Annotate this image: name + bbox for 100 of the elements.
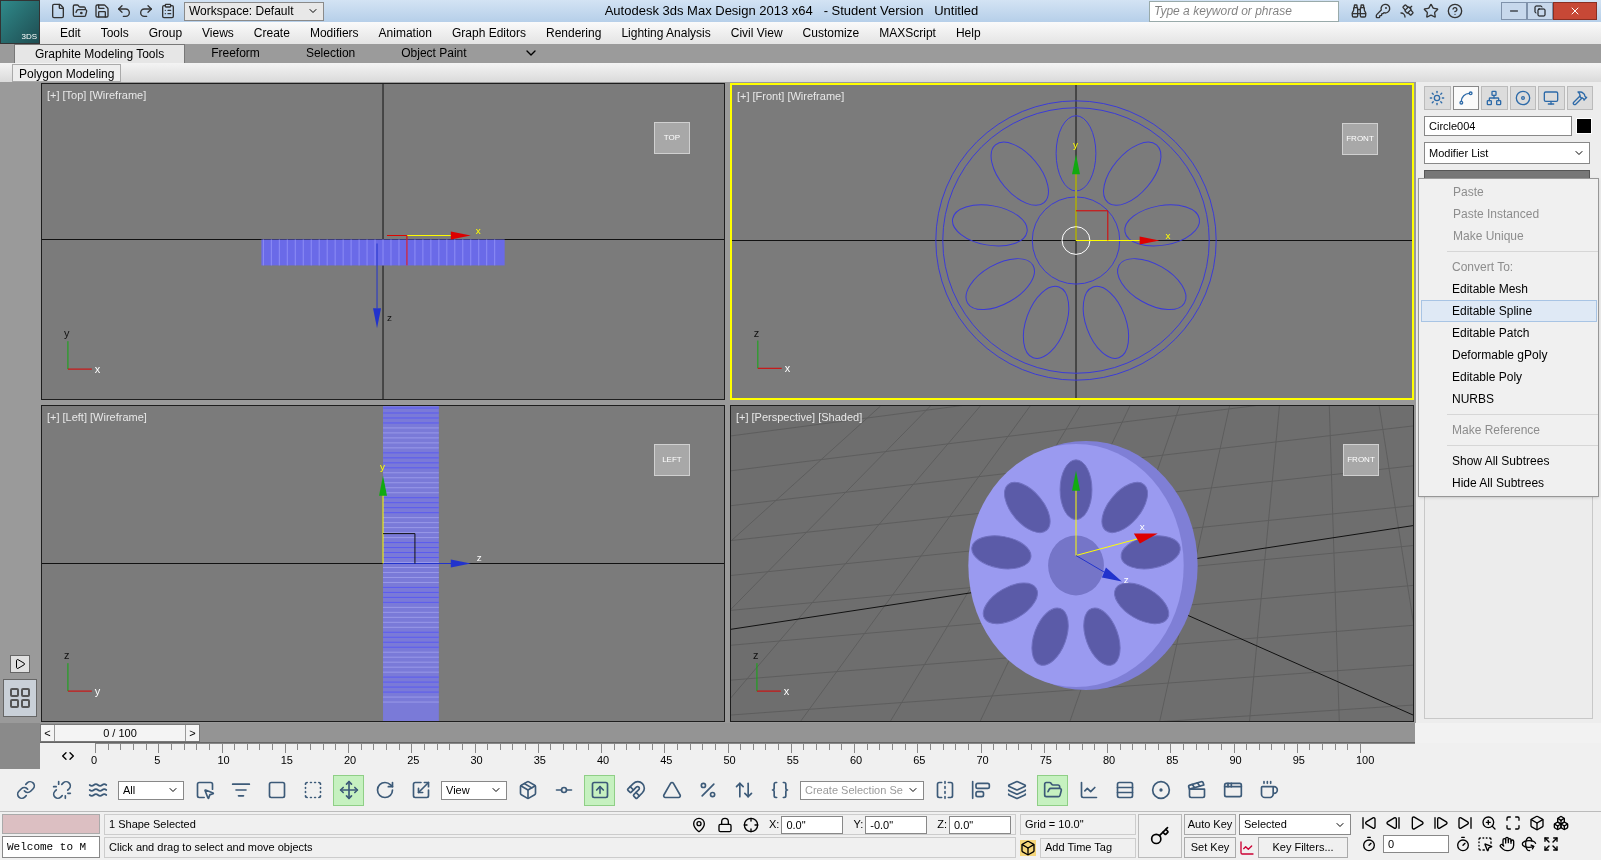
frame-number: 95 — [1292, 753, 1305, 768]
ribbon-tab[interactable]: Freeform — [191, 43, 280, 63]
viewport-label[interactable]: [+] [Front] [Wireframe] — [736, 88, 845, 105]
frame-number: 40 — [597, 753, 610, 768]
listener-field[interactable]: Welcome to M — [2, 836, 100, 858]
menu-item[interactable]: Civil View — [722, 23, 791, 42]
axis-label: y — [1072, 139, 1078, 151]
frame-number: 70 — [976, 753, 989, 768]
grid-readout: Grid = 10.0" — [1020, 814, 1136, 835]
time-tag-button[interactable]: Add Time Tag — [1040, 837, 1136, 858]
axis-label: z — [753, 326, 760, 339]
menu-item[interactable]: Customize — [794, 23, 868, 42]
viewport-label[interactable]: [+] [Perspective] [Shaded] — [735, 409, 863, 426]
object-name-field[interactable]: Circle004 — [1424, 116, 1572, 137]
key-mode-dropdown[interactable]: Selected — [1239, 814, 1351, 835]
axis-label: z — [386, 312, 392, 324]
next-frame-button[interactable]: > — [185, 724, 199, 741]
viewport-label[interactable]: [+] [Top] [Wireframe] — [46, 87, 147, 104]
axis-label: y — [379, 461, 385, 473]
menu-item[interactable]: Rendering — [538, 23, 610, 42]
menu-item[interactable]: Tools — [92, 23, 137, 42]
coordinate-field[interactable]: -0.0" — [865, 815, 928, 834]
axis-label: z — [476, 551, 482, 563]
axis-label: x — [1139, 520, 1145, 532]
hint-text: Click and drag to select and move objects — [108, 840, 313, 856]
toolbar-dropdown[interactable]: All — [118, 780, 184, 800]
menu-item[interactable]: Editable Spline — [1421, 300, 1597, 322]
menu-item[interactable]: Editable Poly — [1421, 366, 1597, 388]
menu-item[interactable]: Hide All Subtrees — [1421, 472, 1597, 494]
menu-item[interactable]: Editable Mesh — [1421, 278, 1597, 300]
ribbon-panel-tab[interactable]: Polygon Modeling — [12, 63, 122, 82]
frame-number: 0 — [91, 753, 98, 768]
menu-item[interactable]: NURBS — [1421, 388, 1597, 410]
frame-number: 10 — [217, 753, 230, 768]
frame-number: 45 — [660, 753, 673, 768]
app-logo[interactable]: 3DS — [0, 0, 40, 44]
menu-item[interactable]: Editable Patch — [1421, 322, 1597, 344]
menu-item[interactable]: Show All Subtrees — [1421, 450, 1597, 472]
workspace-dropdown[interactable]: Workspace: Default — [184, 1, 324, 21]
frame-number: 65 — [913, 753, 926, 768]
modifier-list-dropdown[interactable]: Modifier List — [1424, 142, 1590, 165]
frame-number: 75 — [1039, 753, 1052, 768]
coordinate-field[interactable]: 0.0" — [949, 815, 1011, 834]
viewport-label[interactable]: [+] [Left] [Wireframe] — [46, 409, 147, 426]
coordinate-label: X: — [769, 817, 780, 833]
frame-number: 25 — [407, 753, 420, 768]
menu-item[interactable]: Modifiers — [301, 23, 367, 42]
prompt-text: 1 Shape Selected — [108, 817, 197, 833]
auto-key-button[interactable]: Auto Key — [1184, 814, 1236, 835]
axis-label: z — [63, 649, 70, 662]
frame-number: 5 — [154, 753, 161, 768]
coordinate-label: Z: — [937, 817, 947, 833]
menu-item[interactable]: MAXScript — [871, 23, 944, 42]
frame-number: 50 — [723, 753, 736, 768]
axis-label: x — [784, 362, 791, 375]
key-filters-button[interactable]: Key Filters... — [1258, 837, 1348, 858]
frame-number: 100 — [1356, 753, 1375, 768]
frame-number: 15 — [280, 753, 293, 768]
frame-number: 35 — [533, 753, 546, 768]
axis-label: x — [1165, 229, 1171, 241]
frame-number: 85 — [1166, 753, 1179, 768]
time-slider-thumb[interactable]: < 0 / 100 > — [40, 723, 200, 742]
menu-item[interactable]: Edit — [52, 23, 89, 42]
ribbon-tab[interactable]: Selection — [285, 43, 376, 63]
search-field[interactable]: Type a keyword or phrase — [1150, 1, 1338, 21]
menu-item[interactable]: Help — [947, 23, 989, 42]
previous-frame-button[interactable]: < — [41, 724, 55, 741]
menu-item[interactable]: Deformable gPoly — [1421, 344, 1597, 366]
current-frame-field[interactable]: 0 — [1383, 835, 1449, 853]
menu-item[interactable]: Group — [140, 23, 191, 42]
ribbon-tab[interactable]: Object Paint — [381, 43, 487, 63]
axis-label: z — [752, 649, 759, 662]
frame-number: 55 — [786, 753, 799, 768]
coordinate-field[interactable]: 0.0" — [781, 815, 844, 834]
frame-number: 80 — [1103, 753, 1116, 768]
set-key-button[interactable]: Set Key — [1184, 837, 1236, 858]
frame-number: 90 — [1229, 753, 1242, 768]
axis-label: x — [475, 224, 481, 236]
axis-label: y — [94, 685, 101, 698]
frame-counter: 0 / 100 — [102, 725, 138, 741]
viewport[interactable]: [+] [Perspective] [Shaded] x z z x FRONT — [729, 405, 1414, 723]
menu-item[interactable]: Lighting Analysis — [613, 23, 719, 42]
menu-item[interactable]: Views — [194, 23, 242, 42]
viewport[interactable]: [+] [Left] [Wireframe] z y z y LEFT — [40, 405, 725, 723]
coordinate-label: Y: — [853, 817, 864, 833]
axis-label: y — [63, 327, 70, 340]
frame-number: 20 — [344, 753, 357, 768]
axis-label: z — [1123, 574, 1129, 586]
axis-label: x — [94, 363, 101, 376]
toolbar-dropdown[interactable]: View — [441, 780, 507, 800]
menu-item[interactable]: Animation — [370, 23, 440, 42]
menu-item[interactable]: Graph Editors — [443, 23, 534, 42]
axis-label: x — [783, 685, 790, 698]
window-title: Autodesk 3ds Max Design 2013 x64 - Student Version Untitled — [604, 2, 979, 21]
viewport[interactable]: [+] [Top] [Wireframe] x z y x TOP — [40, 83, 725, 401]
frame-number: 30 — [470, 753, 483, 768]
viewport[interactable]: [+] [Front] [Wireframe] x y z x FRONT — [729, 83, 1414, 401]
time-slider-track[interactable]: < 0 / 100 > — [40, 723, 1415, 744]
menu-item[interactable]: Create — [245, 23, 298, 42]
frame-number: 60 — [850, 753, 863, 768]
